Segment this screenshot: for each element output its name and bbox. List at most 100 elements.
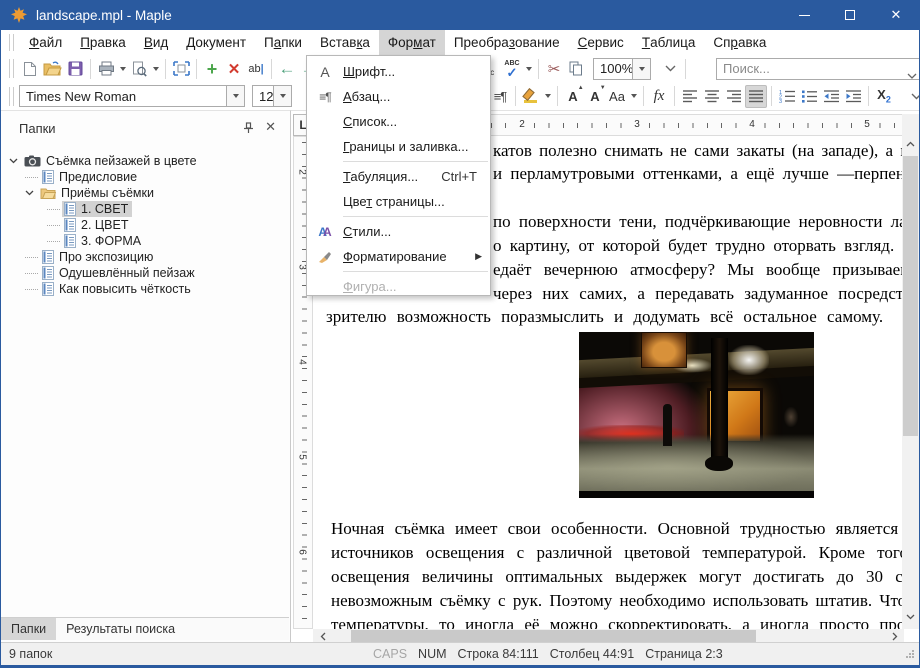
zoom-dropdown[interactable] xyxy=(632,59,650,79)
tree-item-label: Предисловие xyxy=(59,170,137,184)
rename-button[interactable]: ab| xyxy=(245,57,267,80)
change-case-dropdown[interactable] xyxy=(628,85,639,108)
frame-export-button[interactable] xyxy=(170,57,192,80)
vertical-scroll-thumb[interactable] xyxy=(903,156,918,436)
tree-item-odush[interactable]: Одушевлённый пейзаж xyxy=(1,265,289,281)
menu-item-page-color[interactable]: Цвет страницы... xyxy=(307,189,490,214)
tab-folders[interactable]: Папки xyxy=(1,618,56,640)
tree-item-root[interactable]: Съёмка пейзажей в цвете xyxy=(1,153,289,169)
align-left-button[interactable] xyxy=(679,85,701,108)
menu-document[interactable]: Документ xyxy=(177,30,255,55)
print-preview-button[interactable] xyxy=(128,57,150,80)
print-preview-dropdown[interactable] xyxy=(150,57,161,80)
print-button[interactable] xyxy=(95,57,117,80)
toolbar-overflow-chevron[interactable] xyxy=(659,57,681,80)
increase-indent-button[interactable] xyxy=(842,85,864,108)
menu-format[interactable]: Формат xyxy=(379,30,445,55)
copy-button[interactable] xyxy=(565,57,587,80)
highlight-dropdown[interactable] xyxy=(542,85,553,108)
spellcheck-button[interactable]: ABC✓ xyxy=(501,57,523,80)
search-chevron-icon[interactable] xyxy=(907,66,917,84)
align-center-button[interactable] xyxy=(701,85,723,108)
tree-item-svet[interactable]: 1. СВЕТ xyxy=(1,201,289,217)
chevron-down-icon[interactable] xyxy=(25,190,38,196)
new-document-button[interactable] xyxy=(19,57,41,80)
spellcheck-dropdown[interactable] xyxy=(523,57,534,80)
tree-item-priyomy[interactable]: Приёмы съёмки xyxy=(1,185,289,201)
menu-item-tabulation[interactable]: Табуляция... Ctrl+T xyxy=(307,164,490,189)
add-button[interactable]: + xyxy=(201,57,223,80)
tree-item-predislovie[interactable]: Предисловие xyxy=(1,169,289,185)
close-button[interactable]: ✕ xyxy=(873,0,919,30)
toolbar-grip[interactable] xyxy=(9,59,14,78)
menubar-grip[interactable] xyxy=(9,34,14,51)
menu-transform[interactable]: Преобразование xyxy=(445,30,569,55)
menu-item-list[interactable]: Список... xyxy=(307,109,490,134)
scroll-up-arrow[interactable] xyxy=(902,136,919,152)
menu-item-font[interactable]: A Шрифт... xyxy=(307,59,490,84)
toolbar-overflow-chevron[interactable] xyxy=(905,85,920,108)
tree-item-label: Одушевлённый пейзаж xyxy=(59,266,195,280)
panel-tab-bar: Папки Результаты поиска xyxy=(1,617,289,640)
delete-button[interactable]: ✕ xyxy=(223,57,245,80)
font-size-combo[interactable]: 12 xyxy=(252,85,292,107)
back-button[interactable]: ← xyxy=(276,57,298,80)
font-name-combo[interactable]: Times New Roman xyxy=(19,85,245,107)
toolbar-grip[interactable] xyxy=(9,87,14,106)
search-input[interactable] xyxy=(717,59,920,79)
menu-item-paragraph[interactable]: ≡¶ Абзац... xyxy=(307,84,490,109)
font-size-dropdown[interactable] xyxy=(273,86,291,106)
menu-file[interactable]: Файл xyxy=(20,30,71,55)
font-name-dropdown[interactable] xyxy=(226,86,244,106)
menu-view[interactable]: Вид xyxy=(135,30,177,55)
menu-item-styles[interactable]: AA Стили... xyxy=(307,219,490,244)
horizontal-scroll-thumb[interactable] xyxy=(351,630,756,642)
align-justify-button[interactable] xyxy=(745,85,767,108)
maximize-button[interactable] xyxy=(827,0,873,30)
menu-item-formatting[interactable]: Форматирование ▶ xyxy=(307,244,490,269)
panel-close-icon[interactable]: ✕ xyxy=(265,119,276,135)
menu-insert[interactable]: Вставка xyxy=(311,30,379,55)
minimize-button[interactable] xyxy=(781,0,827,30)
night-photo[interactable] xyxy=(579,332,814,498)
scroll-right-arrow[interactable] xyxy=(887,629,902,643)
menu-table[interactable]: Таблица xyxy=(633,30,705,55)
cut-button[interactable]: ✂ xyxy=(543,57,565,80)
subscript-button[interactable]: X2 xyxy=(873,85,895,108)
tab-search-results[interactable]: Результаты поиска xyxy=(56,618,185,640)
print-dropdown[interactable] xyxy=(117,57,128,80)
menu-edit[interactable]: Правка xyxy=(71,30,135,55)
scroll-left-arrow[interactable] xyxy=(315,629,330,643)
scroll-down-arrow[interactable] xyxy=(902,609,919,625)
resize-grip[interactable] xyxy=(906,648,915,662)
tree-item-expo[interactable]: Про экспозицию xyxy=(1,249,289,265)
open-button[interactable] xyxy=(41,57,64,80)
menu-folders[interactable]: Папки xyxy=(255,30,311,55)
bullet-list-button[interactable] xyxy=(798,85,820,108)
shrink-font-button[interactable]: A▼ xyxy=(584,85,606,108)
text-line: источников освещения с различной цветово… xyxy=(331,543,904,563)
vertical-scrollbar[interactable] xyxy=(902,114,919,629)
tree-item-forma[interactable]: 3. ФОРМА xyxy=(1,233,289,249)
highlight-button[interactable] xyxy=(520,85,542,108)
formula-button[interactable]: fx xyxy=(648,85,670,108)
change-case-button[interactable]: Aa xyxy=(606,85,628,108)
align-right-button[interactable] xyxy=(723,85,745,108)
formatting-marks-button[interactable]: ≡¶ xyxy=(489,85,511,108)
numbered-list-button[interactable]: 123 xyxy=(776,85,798,108)
search-box xyxy=(716,58,920,80)
tree-item-cvet[interactable]: 2. ЦВЕТ xyxy=(1,217,289,233)
separator xyxy=(771,86,772,106)
menu-tools[interactable]: Сервис xyxy=(569,30,633,55)
grow-font-button[interactable]: A▲ xyxy=(562,85,584,108)
menu-item-borders[interactable]: Границы и заливка... xyxy=(307,134,490,159)
tree-item-label: Как повысить чёткость xyxy=(59,282,191,296)
horizontal-scrollbar[interactable] xyxy=(313,629,904,643)
pin-icon[interactable] xyxy=(243,121,254,139)
decrease-indent-button[interactable] xyxy=(820,85,842,108)
menu-help[interactable]: Справка xyxy=(704,30,775,55)
zoom-combo[interactable]: 100% xyxy=(593,58,651,80)
tree-item-chetkost[interactable]: Как повысить чёткость xyxy=(1,281,289,297)
save-button[interactable] xyxy=(64,57,86,80)
chevron-down-icon[interactable] xyxy=(9,158,22,164)
